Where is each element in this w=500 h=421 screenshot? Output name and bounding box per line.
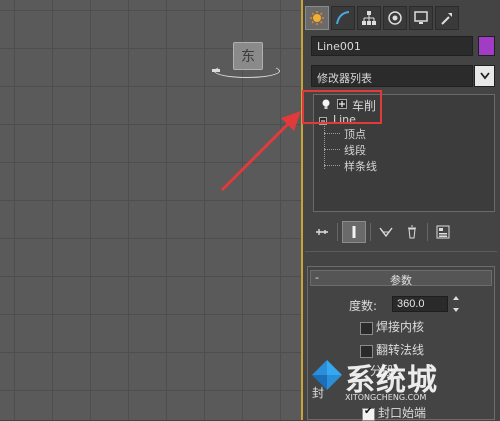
tab-hierarchy[interactable]	[357, 6, 381, 30]
utilities-icon	[441, 13, 452, 25]
spinner-up-icon	[453, 296, 459, 300]
pin-stack-button[interactable]	[311, 222, 333, 242]
degrees-label: 度数:	[349, 299, 378, 313]
trash-icon	[408, 225, 416, 239]
show-end-result-button[interactable]	[342, 221, 366, 243]
tab-create[interactable]	[305, 6, 329, 30]
stack-subitem-vertex[interactable]: 顶点	[344, 126, 366, 142]
toolbar-separator	[370, 223, 371, 241]
display-icon	[414, 11, 428, 24]
stack-toolbar	[311, 221, 495, 243]
hierarchy-icon	[362, 11, 376, 25]
tab-display[interactable]	[409, 6, 433, 30]
watermark-url: XITONGCHENG.COM	[345, 393, 427, 402]
end-result-icon	[352, 226, 356, 238]
configure-modifier-sets-button[interactable]	[432, 222, 454, 242]
panel-divider	[305, 251, 497, 252]
make-unique-icon	[379, 227, 393, 238]
modifier-list-dropdown[interactable]: 修改器列表	[311, 65, 473, 87]
modifier-list-toggle[interactable]	[474, 65, 495, 87]
rollout-title: 参数	[390, 274, 412, 287]
make-unique-button[interactable]	[375, 222, 397, 242]
tab-modify[interactable]	[331, 6, 355, 30]
configure-icon	[436, 225, 450, 239]
tab-motion[interactable]	[383, 6, 407, 30]
stack-tree-branch	[324, 165, 340, 166]
cap-start-label: 封口始端	[378, 406, 427, 420]
stack-subitem-segment[interactable]: 线段	[344, 142, 366, 158]
viewcube[interactable]: 东	[233, 42, 263, 70]
degrees-spinner[interactable]	[451, 296, 461, 312]
stack-tree-line	[324, 121, 325, 169]
object-name-input[interactable]	[311, 36, 473, 56]
viewcube-compass-marker	[212, 69, 220, 72]
parameters-rollout-header[interactable]: - 参数	[310, 270, 492, 287]
viewcube-label: 东	[241, 49, 255, 65]
watermark-logo-icon	[312, 360, 342, 390]
toolbar-separator	[337, 223, 338, 241]
tab-utilities[interactable]	[435, 6, 459, 30]
motion-icon	[388, 11, 402, 25]
modifier-list-label: 修改器列表	[317, 72, 372, 85]
modify-icon	[336, 11, 350, 25]
stack-tree-branch	[324, 149, 340, 150]
stack-subitem-spline[interactable]: 样条线	[344, 158, 377, 174]
pin-icon	[316, 229, 328, 235]
command-panel-tabs	[305, 6, 495, 30]
chevron-down-icon	[479, 72, 490, 80]
weld-core-checkbox[interactable]	[360, 322, 373, 335]
highlight-box	[302, 90, 382, 124]
remove-modifier-button[interactable]	[401, 222, 423, 242]
object-color-swatch[interactable]	[478, 36, 495, 56]
stack-tree-branch	[324, 133, 340, 134]
checkmark-icon: ✔	[364, 406, 373, 417]
cap-start-checkbox[interactable]: ✔	[362, 406, 375, 421]
spinner-down-icon	[453, 308, 459, 312]
degrees-input[interactable]	[392, 296, 448, 312]
toolbar-separator	[427, 223, 428, 241]
weld-core-label: 焊接内核	[376, 320, 425, 334]
create-icon	[310, 11, 324, 25]
